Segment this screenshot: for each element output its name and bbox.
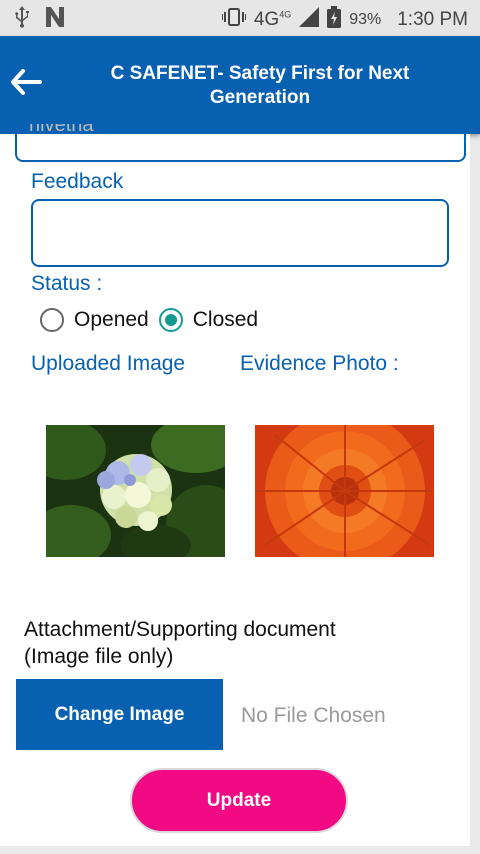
- app-bar: C SAFENET- Safety First for Next Generat…: [0, 36, 480, 134]
- status-label: Status :: [31, 272, 103, 295]
- status-radio-group: Opened Closed: [40, 308, 258, 332]
- back-button[interactable]: [6, 64, 46, 104]
- signal-icon: [299, 7, 320, 33]
- uploaded-image-label: Uploaded Image: [31, 352, 186, 375]
- name-field-value: nivetha: [29, 124, 94, 136]
- update-button[interactable]: Update: [130, 768, 348, 833]
- feedback-input[interactable]: [31, 199, 449, 267]
- evidence-photo: [255, 425, 434, 557]
- usb-icon: [14, 6, 30, 33]
- status-bar: 4G4G 93% 1:30 PM: [0, 0, 480, 36]
- attachment-label: Attachment/Supporting document (Image fi…: [24, 618, 336, 668]
- radio-closed[interactable]: [158, 308, 183, 332]
- network-type: 4G4G: [253, 9, 292, 30]
- change-image-button[interactable]: Change Image: [16, 679, 223, 750]
- battery-icon: [327, 6, 342, 34]
- radio-closed-label[interactable]: Closed: [193, 308, 258, 332]
- evidence-photo-label: Evidence Photo :: [240, 352, 399, 375]
- back-arrow-icon: [10, 68, 42, 100]
- clock: 1:30 PM: [397, 9, 468, 30]
- file-status: No File Chosen: [241, 704, 386, 727]
- vibrate-icon: [220, 7, 247, 33]
- radio-opened[interactable]: [40, 308, 64, 332]
- app-title: C SAFENET- Safety First for Next Generat…: [110, 63, 410, 108]
- radio-opened-label[interactable]: Opened: [74, 308, 149, 332]
- feedback-label: Feedback: [31, 170, 124, 193]
- form-card: nivetha Feedback Status : Opened Closed …: [0, 124, 470, 846]
- battery-percent: 93%: [349, 11, 382, 28]
- n-icon: [44, 7, 66, 32]
- name-field[interactable]: nivetha: [15, 124, 466, 162]
- network-type-small: 4G: [279, 9, 292, 20]
- uploaded-image: [46, 425, 225, 557]
